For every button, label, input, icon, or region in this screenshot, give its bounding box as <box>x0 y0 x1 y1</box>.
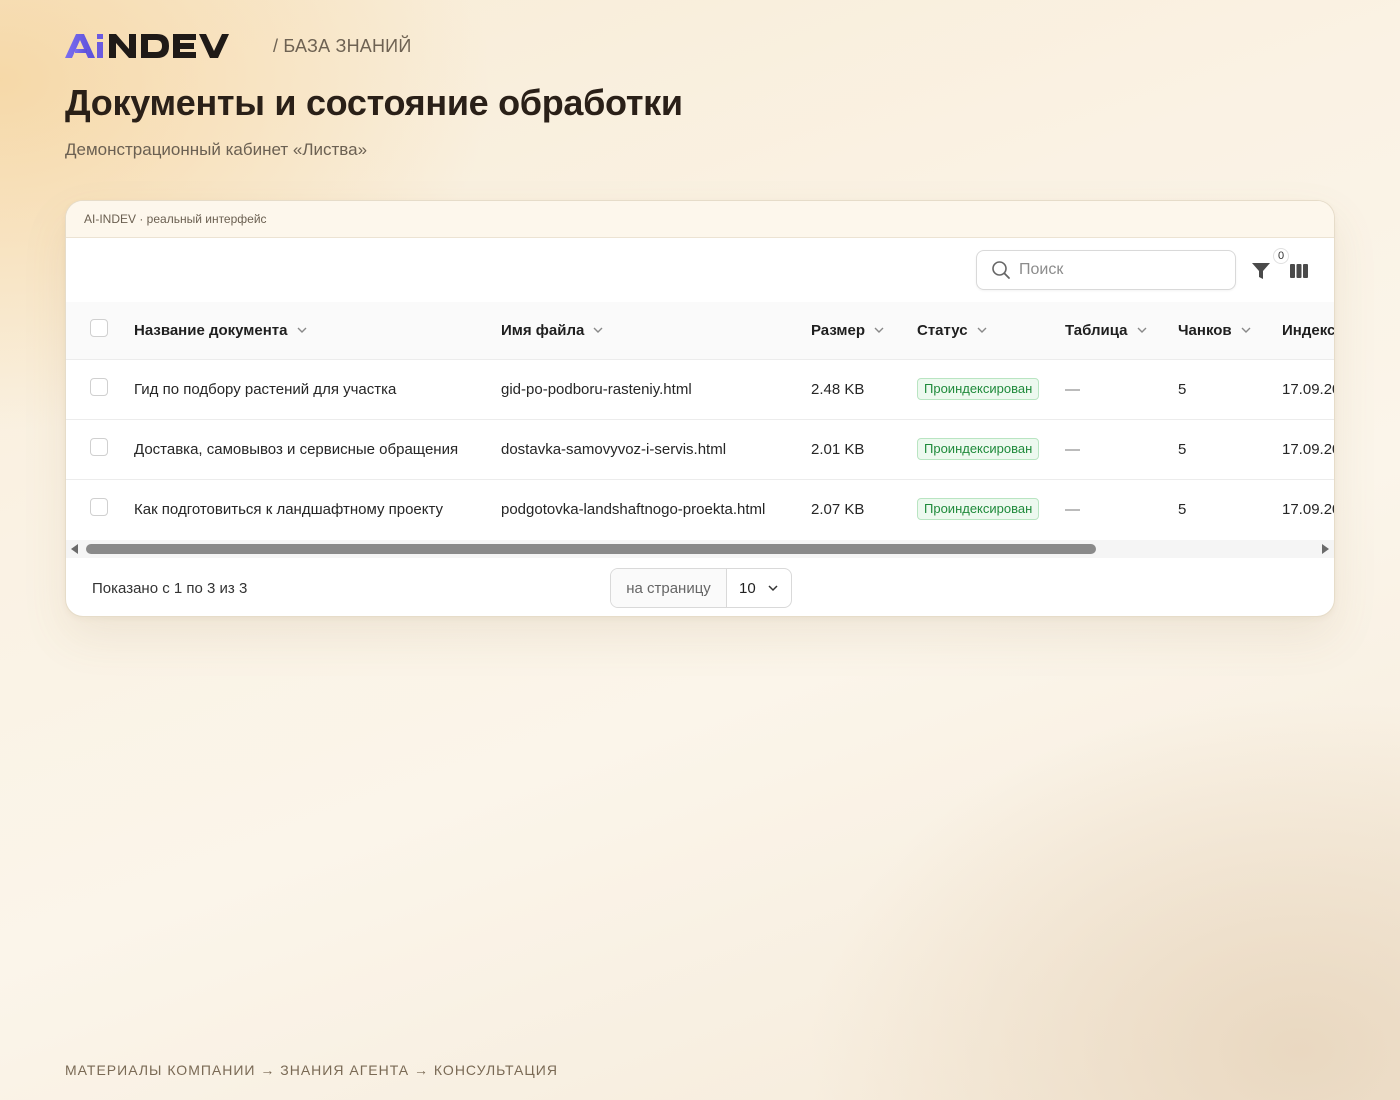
cell-file-name: gid-po-podboru-rasteniy.html <box>501 380 692 398</box>
chevron-down-icon <box>297 327 306 334</box>
per-page-selector[interactable]: на страницу 10 <box>610 568 792 608</box>
table-toolbar: 0 <box>66 238 1334 302</box>
row-checkbox[interactable] <box>90 438 108 456</box>
scrollbar-thumb[interactable] <box>86 544 1096 554</box>
filter-count-badge: 0 <box>1273 248 1289 264</box>
cell-file-name: dostavka-samovyvoz-i-servis.html <box>501 440 727 458</box>
process-flow-caption: МАТЕРИАЛЫ КОМПАНИИ → ЗНАНИЯ АГЕНТА → КОН… <box>65 1062 558 1078</box>
cell-doc-name[interactable]: Гид по подбору растений для участка <box>134 359 501 419</box>
table-header-row: Название документа Имя файла Размер Стат… <box>66 302 1334 359</box>
cell-chunks: 5 <box>1178 380 1187 398</box>
status-badge: Проиндексирован <box>917 438 1040 460</box>
table-row[interactable]: Доставка, самовывоз и сервисные обращени… <box>66 419 1334 479</box>
documents-table: Название документа Имя файла Размер Стат… <box>66 302 1334 539</box>
chevron-down-icon <box>768 585 778 592</box>
col-header-chunks-label: Чанков <box>1178 321 1232 339</box>
table-row[interactable]: Как подготовиться к ландшафтному проекту… <box>66 479 1334 539</box>
cell-doc-name[interactable]: Доставка, самовывоз и сервисные обращени… <box>134 419 501 479</box>
per-page-dropdown[interactable]: 10 <box>727 569 791 607</box>
row-checkbox[interactable] <box>90 378 108 396</box>
col-header-name-label: Название документа <box>134 321 288 339</box>
col-header-indexed-label: Индексация <box>1282 321 1334 339</box>
page-subtitle: Демонстрационный кабинет «Листва» <box>65 140 368 159</box>
logo-mark <box>65 34 229 58</box>
chevron-down-icon <box>1241 327 1251 334</box>
select-all-checkbox[interactable] <box>90 319 108 338</box>
status-badge: Проиндексирован <box>917 378 1040 400</box>
chevron-down-icon <box>977 327 987 334</box>
col-header-name[interactable]: Название документа <box>134 302 501 359</box>
chevron-down-icon <box>874 327 884 334</box>
chevron-down-icon <box>1137 327 1147 334</box>
per-page-value: 10 <box>739 579 756 597</box>
per-page-label: на страницу <box>611 569 727 607</box>
cell-chunks: 5 <box>1178 440 1187 458</box>
col-header-chunks[interactable]: Чанков <box>1178 302 1282 359</box>
breadcrumb[interactable]: / БАЗА ЗНАНИЙ <box>273 36 411 57</box>
search-box[interactable] <box>976 250 1236 290</box>
cell-indexed-date: 17.09.2025 <box>1282 500 1334 518</box>
search-icon <box>992 261 1010 279</box>
cell-size: 2.07 KB <box>811 500 865 518</box>
documents-card: AI-INDEV · реальный интерфейс 0 <box>65 200 1335 617</box>
search-input[interactable] <box>1019 261 1209 279</box>
pagination-bar: Показано с 1 по 3 из 3 на страницу 10 <box>66 558 1334 616</box>
filter-icon[interactable] <box>1250 260 1272 282</box>
columns-icon[interactable] <box>1288 260 1310 282</box>
scroll-left-arrow-icon[interactable] <box>71 544 78 554</box>
cell-table: — <box>1065 440 1080 458</box>
col-header-file-label: Имя файла <box>501 321 585 339</box>
cell-chunks: 5 <box>1178 500 1187 518</box>
cell-indexed-date: 17.09.2025 <box>1282 440 1334 458</box>
chevron-down-icon <box>593 327 603 334</box>
card-caption: AI-INDEV · реальный интерфейс <box>66 201 1334 238</box>
pagination-info: Показано с 1 по 3 из 3 <box>92 580 248 597</box>
col-header-status[interactable]: Статус <box>917 302 1065 359</box>
row-checkbox[interactable] <box>90 498 108 517</box>
logo[interactable] <box>65 32 251 60</box>
scroll-right-arrow-icon[interactable] <box>1322 544 1329 554</box>
col-header-indexed[interactable]: Индексация <box>1282 302 1334 359</box>
cell-table: — <box>1065 500 1080 518</box>
page-title: Документы и состояние обработки <box>65 82 683 123</box>
horizontal-scrollbar[interactable] <box>66 540 1334 558</box>
cell-size: 2.48 KB <box>811 380 865 398</box>
col-header-size[interactable]: Размер <box>811 302 917 359</box>
table-row[interactable]: Гид по подбору растений для участка gid-… <box>66 359 1334 419</box>
col-header-table[interactable]: Таблица <box>1065 302 1178 359</box>
cell-indexed-date: 17.09.2025 <box>1282 380 1334 398</box>
col-header-table-label: Таблица <box>1065 321 1128 339</box>
cell-table: — <box>1065 380 1080 398</box>
brand-row: / БАЗА ЗНАНИЙ <box>65 32 411 60</box>
col-header-status-label: Статус <box>917 321 968 339</box>
cell-file-name: podgotovka-landshaftnogo-proekta.html <box>501 500 766 518</box>
col-header-size-label: Размер <box>811 321 866 339</box>
cell-doc-name[interactable]: Как подготовиться к ландшафтному проекту <box>134 479 501 539</box>
cell-size: 2.01 KB <box>811 440 865 458</box>
status-badge: Проиндексирован <box>917 498 1040 521</box>
table-viewport: Название документа Имя файла Размер Стат… <box>66 302 1334 540</box>
col-header-file[interactable]: Имя файла <box>501 302 811 359</box>
